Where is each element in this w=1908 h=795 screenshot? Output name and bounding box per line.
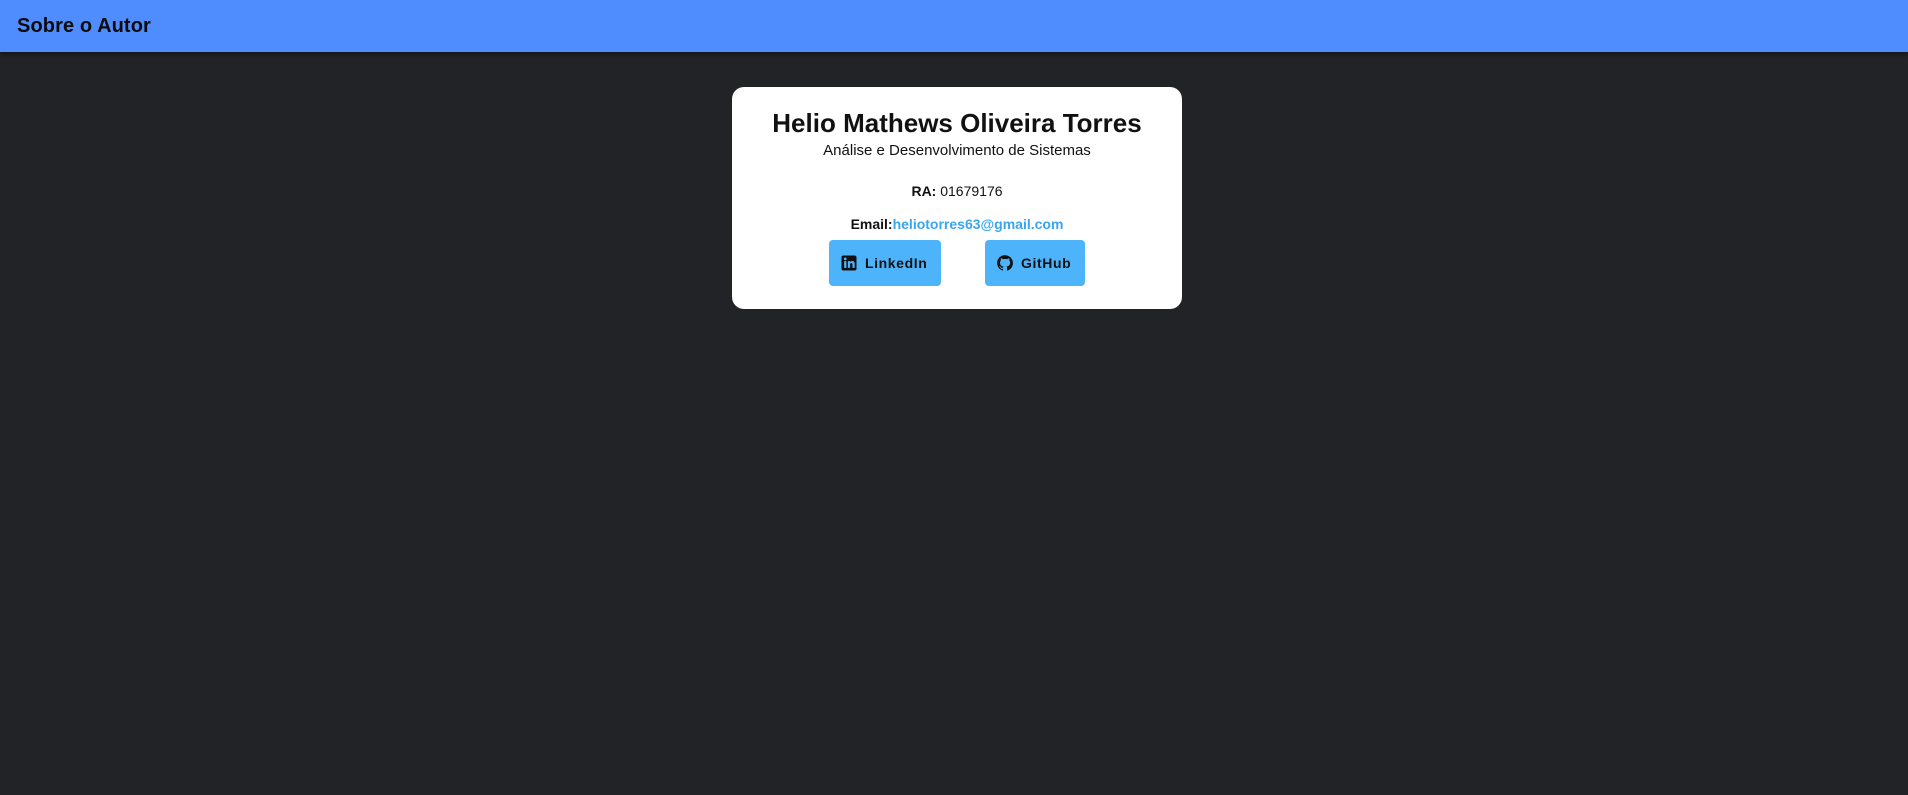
github-icon xyxy=(996,254,1014,272)
ra-value: 01679176 xyxy=(940,183,1003,199)
ra-line: RA: 01679176 xyxy=(732,182,1182,200)
linkedin-button-label: LinkedIn xyxy=(865,255,928,271)
author-name: Helio Mathews Oliveira Torres xyxy=(772,108,1142,138)
email-line: Email:heliotorres63@gmail.com xyxy=(732,215,1182,233)
page-title: Sobre o Autor xyxy=(17,14,151,37)
author-course: Análise e Desenvolvimento de Sistemas xyxy=(823,142,1091,159)
email-link[interactable]: heliotorres63@gmail.com xyxy=(893,216,1064,232)
linkedin-button[interactable]: LinkedIn xyxy=(829,240,941,286)
linkedin-icon xyxy=(840,254,858,272)
ra-label: RA: xyxy=(911,183,937,199)
email-label: Email: xyxy=(850,216,893,232)
app-bar: Sobre o Autor xyxy=(0,0,1908,52)
author-card: Helio Mathews Oliveira Torres Análise e … xyxy=(732,87,1182,309)
github-button-label: GitHub xyxy=(1021,255,1072,271)
github-button[interactable]: GitHub xyxy=(985,240,1085,286)
